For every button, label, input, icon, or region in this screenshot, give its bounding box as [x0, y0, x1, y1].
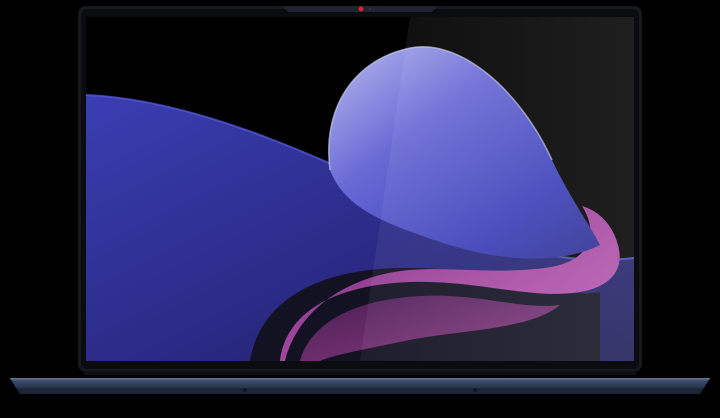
laptop-illustration: [10, 6, 710, 394]
base-underside: [16, 388, 704, 394]
screen: [86, 17, 634, 361]
camera-lens-icon: [368, 7, 372, 11]
port-right-icon: [473, 388, 477, 392]
laptop-photo: [0, 0, 720, 418]
base-edge-highlight: [10, 378, 710, 380]
port-left-icon: [243, 388, 247, 392]
camera-light-icon: [358, 6, 364, 12]
hinge: [84, 371, 636, 375]
